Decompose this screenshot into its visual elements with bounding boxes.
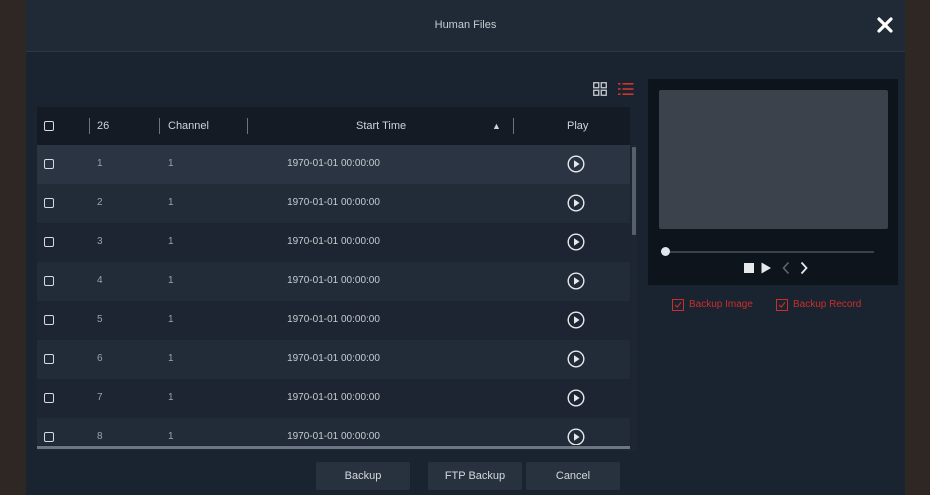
sort-ascending-icon[interactable]: ▲ bbox=[492, 121, 501, 131]
list-view-icon[interactable] bbox=[618, 82, 634, 96]
play-icon[interactable] bbox=[567, 428, 585, 446]
select-all-checkbox[interactable] bbox=[44, 121, 54, 131]
background-left bbox=[0, 0, 26, 495]
table-row[interactable]: 1 1 1970-01-01 00:00:00 bbox=[37, 145, 630, 184]
play-icon[interactable] bbox=[760, 261, 772, 275]
table-row[interactable]: 4 1 1970-01-01 00:00:00 bbox=[37, 262, 630, 301]
play-icon[interactable] bbox=[567, 233, 585, 251]
row-start-time: 1970-01-01 00:00:00 bbox=[287, 197, 380, 208]
header-start-time[interactable]: Start Time bbox=[356, 120, 406, 132]
close-icon[interactable] bbox=[874, 14, 896, 36]
table-row[interactable]: 3 1 1970-01-01 00:00:00 bbox=[37, 223, 630, 262]
cancel-button[interactable]: Cancel bbox=[526, 462, 620, 490]
vertical-scrollbar[interactable] bbox=[631, 145, 637, 451]
header-count: 26 bbox=[97, 120, 110, 132]
row-start-time: 1970-01-01 00:00:00 bbox=[287, 158, 380, 169]
stop-icon[interactable] bbox=[743, 261, 755, 275]
column-separator bbox=[247, 118, 248, 134]
row-start-time: 1970-01-01 00:00:00 bbox=[287, 353, 380, 364]
play-icon[interactable] bbox=[567, 194, 585, 212]
backup-image-checkbox[interactable] bbox=[672, 299, 684, 311]
table-row[interactable]: 7 1 1970-01-01 00:00:00 bbox=[37, 379, 630, 418]
backup-record-checkbox[interactable] bbox=[776, 299, 788, 311]
preview-screen bbox=[659, 90, 888, 229]
seek-bar[interactable] bbox=[664, 251, 874, 253]
backup-button[interactable]: Backup bbox=[316, 462, 410, 490]
table-row[interactable]: 5 1 1970-01-01 00:00:00 bbox=[37, 301, 630, 340]
grid-view-icon[interactable] bbox=[593, 82, 607, 96]
title-bar: Human Files bbox=[26, 0, 905, 52]
horizontal-scroll-thumb[interactable] bbox=[37, 446, 630, 449]
play-icon[interactable] bbox=[567, 350, 585, 368]
row-start-time: 1970-01-01 00:00:00 bbox=[287, 431, 380, 442]
backup-record-label: Backup Record bbox=[793, 299, 862, 310]
human-files-dialog: Human Files 26 Channel Start Time ▲ Play bbox=[26, 0, 905, 495]
preview-panel bbox=[648, 79, 898, 285]
row-start-time: 1970-01-01 00:00:00 bbox=[287, 314, 380, 325]
row-start-time: 1970-01-01 00:00:00 bbox=[287, 392, 380, 403]
background-right bbox=[905, 0, 930, 495]
dialog-title: Human Files bbox=[434, 19, 497, 31]
file-table: 26 Channel Start Time ▲ Play 1 1 1970-01… bbox=[37, 107, 637, 451]
table-row[interactable]: 2 1 1970-01-01 00:00:00 bbox=[37, 184, 630, 223]
backup-image-label: Backup Image bbox=[689, 299, 753, 310]
play-icon[interactable] bbox=[567, 272, 585, 290]
play-icon[interactable] bbox=[567, 389, 585, 407]
column-separator bbox=[89, 118, 90, 134]
column-separator bbox=[513, 118, 514, 134]
header-play: Play bbox=[567, 120, 589, 132]
next-icon[interactable] bbox=[799, 261, 809, 275]
table-header: 26 Channel Start Time ▲ Play bbox=[37, 107, 630, 145]
play-icon[interactable] bbox=[567, 155, 585, 173]
previous-icon[interactable] bbox=[781, 261, 791, 275]
play-icon[interactable] bbox=[567, 311, 585, 329]
row-start-time: 1970-01-01 00:00:00 bbox=[287, 236, 380, 247]
horizontal-scrollbar[interactable] bbox=[37, 445, 637, 451]
header-channel[interactable]: Channel bbox=[168, 120, 209, 132]
table-row[interactable]: 6 1 1970-01-01 00:00:00 bbox=[37, 340, 630, 379]
row-start-time: 1970-01-01 00:00:00 bbox=[287, 275, 380, 286]
seek-knob[interactable] bbox=[661, 247, 670, 256]
ftp-backup-button[interactable]: FTP Backup bbox=[428, 462, 522, 490]
column-separator bbox=[159, 118, 160, 134]
vertical-scroll-thumb[interactable] bbox=[632, 147, 636, 235]
